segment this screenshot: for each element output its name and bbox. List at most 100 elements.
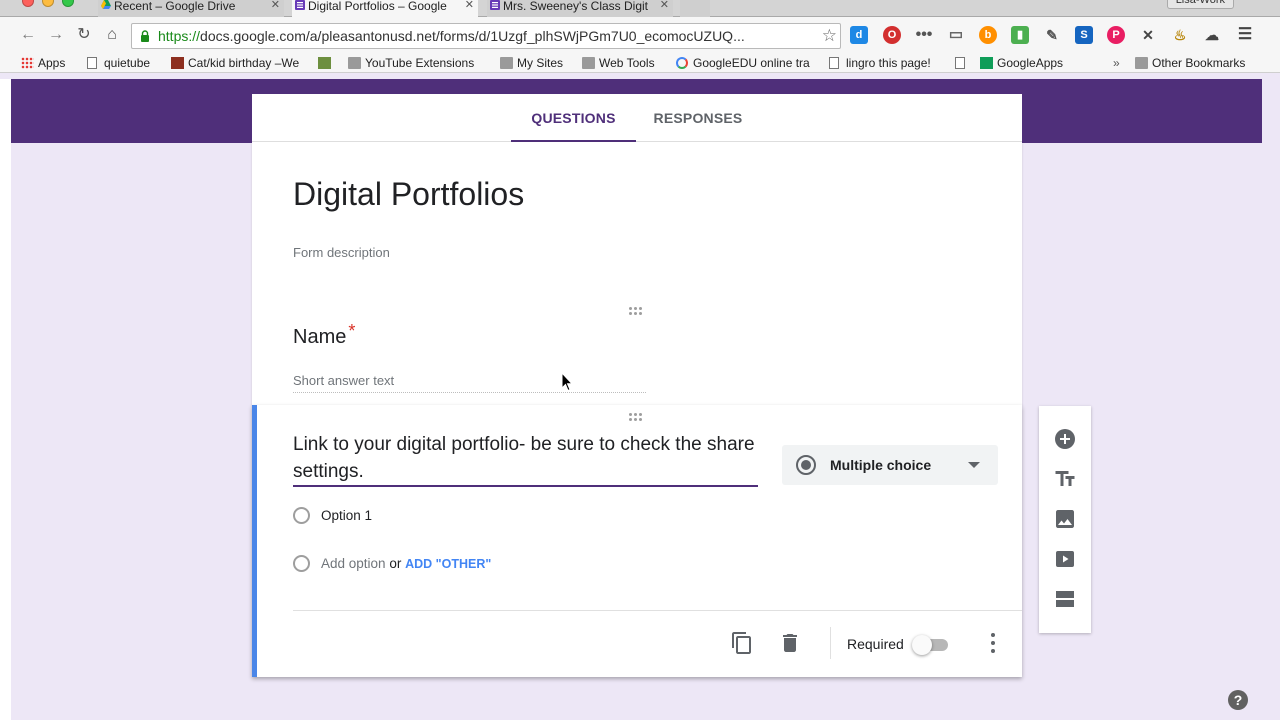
form-title[interactable]: Digital Portfolios	[293, 176, 524, 213]
chrome-menu-icon[interactable]: ☰	[1236, 26, 1254, 44]
tab-close-icon[interactable]: ✕	[465, 0, 474, 12]
dropdown-arrow-icon	[968, 462, 980, 468]
page-icon	[955, 57, 965, 69]
forward-icon[interactable]: →	[47, 26, 65, 44]
bookmark-googleapps[interactable]: GoogleApps	[980, 56, 1063, 71]
bookmark-site[interactable]	[318, 56, 335, 71]
tab-title: Mrs. Sweeney's Class Digit	[503, 0, 648, 13]
short-answer-placeholder: Short answer text	[293, 373, 646, 393]
bookmark-web-tools[interactable]: Web Tools	[582, 56, 655, 71]
extension-cloud-icon[interactable]: ☁	[1203, 26, 1221, 44]
browser-tab-forms[interactable]: Digital Portfolios – Google ✕	[292, 0, 478, 17]
delete-icon[interactable]	[778, 631, 802, 655]
close-window-icon[interactable]	[22, 0, 34, 7]
page-left-gutter	[0, 79, 11, 720]
add-video-icon[interactable]	[1053, 547, 1077, 571]
browser-tab-drive[interactable]: Recent – Google Drive ✕	[98, 0, 284, 17]
bookmark-label: Web Tools	[599, 56, 655, 70]
bookmarks-bar: Apps quietube Cat/kid birthday –We YouTu…	[0, 54, 1280, 73]
url-text: https://docs.google.com/a/pleasantonusd.…	[158, 28, 745, 45]
bookmarks-overflow-chevron[interactable]: »	[1113, 56, 1120, 71]
bookmark-apps[interactable]: Apps	[21, 56, 65, 71]
duplicate-icon[interactable]	[730, 631, 754, 655]
folder-icon	[500, 57, 513, 69]
minimize-window-icon[interactable]	[42, 0, 54, 7]
drag-handle-icon[interactable]	[629, 413, 647, 423]
profile-chip[interactable]: Lisa-Work	[1166, 0, 1234, 9]
new-tab-button[interactable]	[680, 0, 710, 17]
bookmark-label: My Sites	[517, 56, 564, 70]
extension-green-icon[interactable]: ▮	[1011, 26, 1029, 44]
tab-close-icon[interactable]: ✕	[271, 0, 280, 12]
add-title-icon[interactable]	[1053, 467, 1077, 491]
bookmark-label: quietube	[104, 56, 151, 70]
add-section-icon[interactable]	[1053, 587, 1077, 611]
bookmark-label: lingro this page!	[846, 56, 931, 70]
extension-s-icon[interactable]: S	[1075, 26, 1093, 44]
extension-b-icon[interactable]: b	[979, 26, 997, 44]
bookmark-cat-kid-birthday[interactable]: Cat/kid birthday –We	[171, 56, 307, 71]
forms-icon	[295, 0, 305, 10]
page-icon	[87, 57, 97, 69]
add-other-button[interactable]: ADD "OTHER"	[405, 557, 491, 571]
bookmark-star-icon[interactable]: ☆	[822, 26, 837, 46]
form-description-field[interactable]: Form description	[293, 245, 390, 260]
question-name-title[interactable]: Name *	[293, 321, 355, 349]
forms-icon	[490, 0, 500, 10]
page-icon	[829, 57, 839, 69]
bookmark-label: GoogleEDU online tra	[693, 56, 810, 70]
pinterest-icon[interactable]: P	[1107, 26, 1125, 44]
radio-button-icon	[796, 455, 816, 475]
or-text: or	[389, 556, 402, 571]
bookmark-quietube[interactable]: quietube	[87, 56, 150, 71]
question-title-input[interactable]: Link to your digital portfolio- be sure …	[293, 431, 758, 487]
bookmark-label: Cat/kid birthday –We	[188, 56, 300, 70]
bookmark-lingro[interactable]: lingro this page!	[829, 56, 931, 71]
bookmark-googleedu[interactable]: GoogleEDU online tra	[676, 56, 812, 71]
bookmark-youtube-extensions[interactable]: YouTube Extensions	[348, 56, 474, 71]
cast-icon[interactable]: ▭	[947, 26, 965, 44]
add-question-icon[interactable]	[1053, 427, 1077, 451]
home-icon[interactable]: ⌂	[103, 26, 121, 44]
more-options-icon[interactable]	[990, 632, 996, 654]
bookmark-label: Other Bookmarks	[1152, 56, 1246, 70]
bookmark-label: Apps	[38, 56, 66, 70]
required-label: Required	[847, 636, 904, 652]
back-icon[interactable]: ←	[19, 26, 37, 44]
option-radio-icon	[293, 507, 310, 524]
required-asterisk: *	[348, 321, 356, 341]
bookmark-other-bookmarks[interactable]: Other Bookmarks	[1135, 56, 1245, 71]
footer-divider	[293, 610, 1022, 611]
sheets-icon	[980, 57, 993, 69]
add-option-button[interactable]: Add option	[321, 556, 386, 571]
lock-icon	[141, 30, 149, 42]
bookmark-page[interactable]	[955, 56, 972, 71]
reload-icon[interactable]: ↻	[75, 26, 93, 44]
bookmark-my-sites[interactable]: My Sites	[500, 56, 563, 71]
required-toggle[interactable]	[912, 635, 950, 655]
extension-stop-icon[interactable]: O	[883, 26, 901, 44]
form-header-card: Digital Portfolios Form description Name…	[252, 142, 1022, 406]
extension-more-icon[interactable]: •••	[915, 26, 933, 44]
eyedropper-icon[interactable]: ✎	[1043, 26, 1061, 44]
browser-tabstrip: Recent – Google Drive ✕ Digital Portfoli…	[0, 0, 1280, 17]
add-image-icon[interactable]	[1053, 507, 1077, 531]
tab-title: Digital Portfolios – Google	[308, 0, 447, 13]
extension-bottle-icon[interactable]: ♨	[1171, 26, 1189, 44]
question-type-dropdown[interactable]: Multiple choice	[782, 445, 998, 485]
address-bar[interactable]: https://docs.google.com/a/pleasantonusd.…	[131, 23, 841, 49]
extension-d-icon[interactable]: d	[850, 26, 868, 44]
extension-x-icon[interactable]: ✕	[1139, 26, 1157, 44]
tab-responses[interactable]: RESPONSES	[652, 94, 744, 142]
drag-handle-icon[interactable]	[629, 307, 647, 317]
option-1-input[interactable]: Option 1	[321, 508, 372, 523]
tab-close-icon[interactable]: ✕	[660, 0, 669, 12]
apps-grid-icon	[21, 57, 34, 69]
help-icon[interactable]: ?	[1228, 690, 1248, 710]
url-scheme: https://	[158, 28, 201, 44]
browser-toolbar: ← → ↻ ⌂ https://docs.google.com/a/pleasa…	[0, 17, 1280, 54]
folder-icon	[582, 57, 595, 69]
browser-tab-class[interactable]: Mrs. Sweeney's Class Digit ✕	[487, 0, 673, 17]
zoom-window-icon[interactable]	[62, 0, 74, 7]
tab-questions[interactable]: QUESTIONS	[511, 94, 636, 142]
